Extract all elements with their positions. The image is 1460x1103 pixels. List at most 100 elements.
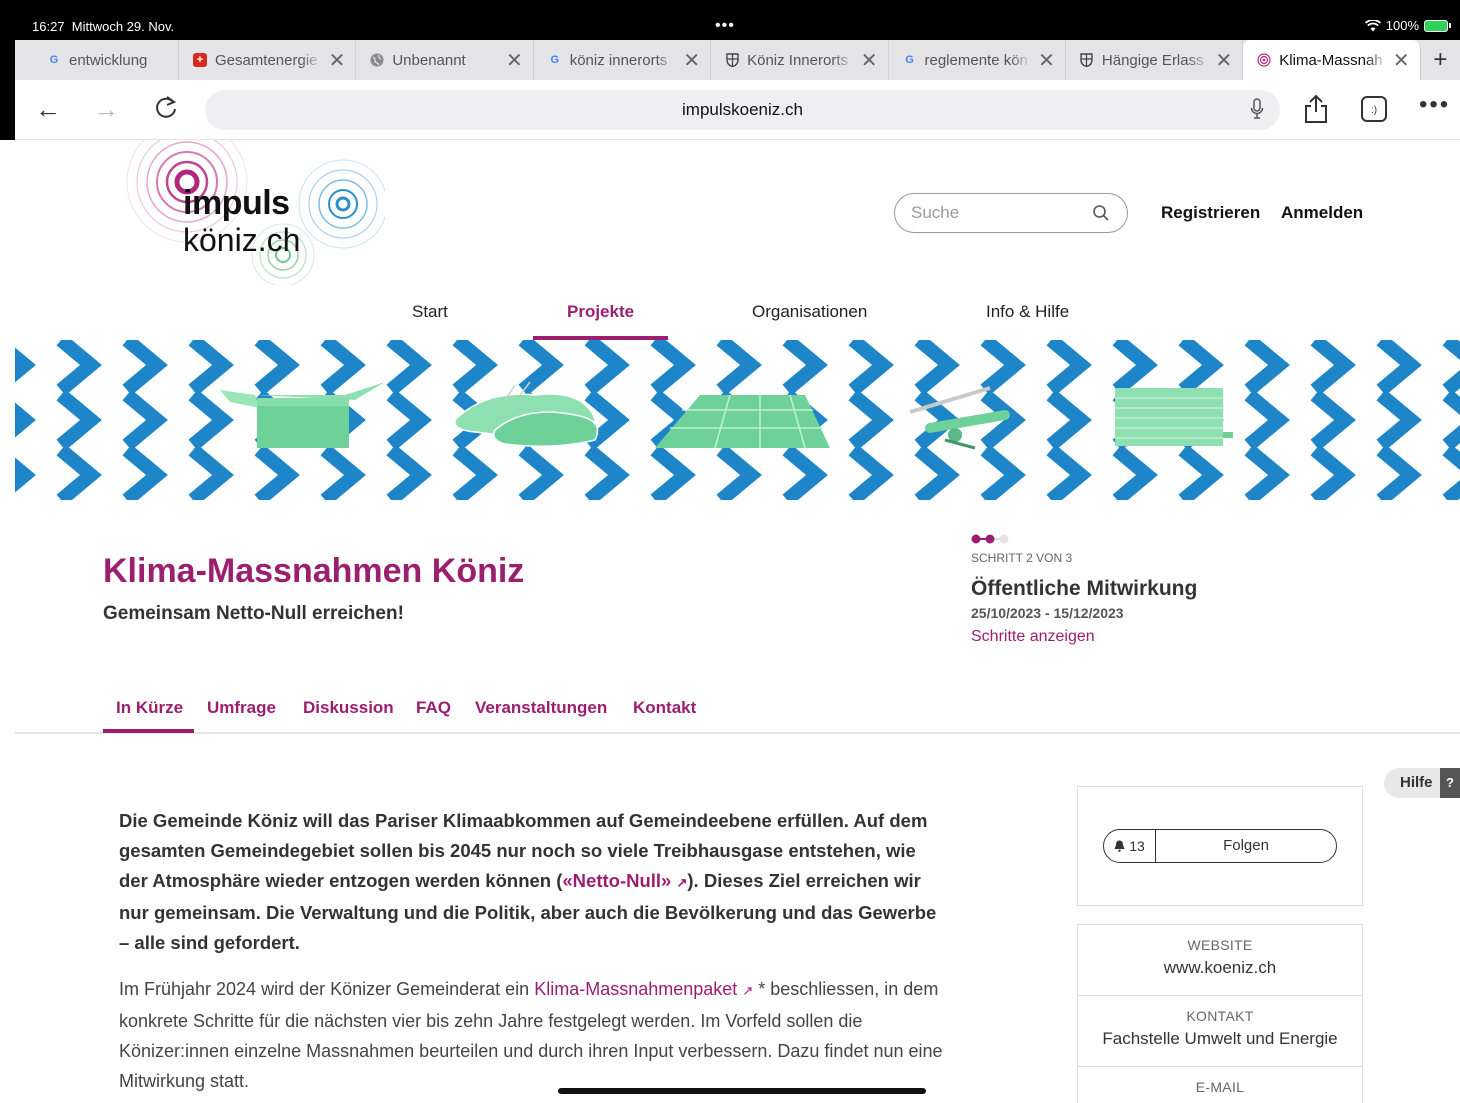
project-tabs: In Kürze Umfrage Diskussion FAQ Veransta… — [15, 690, 1460, 734]
tab-veranstaltungen[interactable]: Veranstaltungen — [475, 698, 607, 718]
banner-chevron — [1376, 444, 1422, 500]
tab-title: Hängige Erlass — [1101, 51, 1204, 69]
logo-text-impuls: impuls — [183, 184, 290, 222]
external-link-icon: ↗ — [676, 875, 688, 890]
share-icon[interactable] — [1303, 94, 1329, 130]
project-title: Klima-Massnahmen Köniz — [103, 552, 525, 590]
close-tab-icon[interactable]: ✕ — [683, 48, 700, 73]
website-label: WEBSITE — [1187, 937, 1253, 953]
close-tab-icon[interactable]: ✕ — [861, 48, 878, 73]
google-icon: G — [550, 54, 559, 66]
status-indicators: 100% — [1364, 18, 1451, 33]
project-subtitle: Gemeinsam Netto-Null erreichen! — [103, 603, 404, 624]
show-steps-link[interactable]: Schritte anzeigen — [971, 628, 1095, 646]
home-indicator[interactable] — [558, 1088, 926, 1094]
tab-7-active[interactable]: Klima-Massnah ✕ — [1243, 40, 1421, 80]
banner-chevron — [1178, 444, 1224, 500]
step-title: Öffentliche Mitwirkung — [971, 577, 1198, 600]
contact-section: KONTAKT Fachstelle Umwelt und Energie — [1078, 996, 1362, 1067]
back-icon[interactable]: ← — [35, 94, 61, 124]
nav-start[interactable]: Start — [412, 302, 448, 322]
site-search[interactable] — [894, 193, 1128, 233]
banner-chevron — [122, 340, 168, 396]
close-tab-icon[interactable]: ✕ — [506, 48, 523, 73]
website-link[interactable]: www.koeniz.ch — [1078, 958, 1362, 978]
body-paragraph: Im Frühjahr 2024 wird der Könizer Gemein… — [119, 979, 943, 1091]
close-tab-icon[interactable]: ✕ — [1216, 48, 1233, 73]
tab-title: köniz innerorts — [569, 51, 668, 69]
tab-4[interactable]: Köniz Innerorts ✕ — [711, 40, 889, 80]
banner-chevron — [122, 389, 168, 451]
register-link[interactable]: Registrieren — [1161, 203, 1260, 223]
login-link[interactable]: Anmelden — [1281, 203, 1363, 223]
help-button[interactable]: Hilfe? — [1384, 768, 1460, 798]
site-logo[interactable]: impuls köniz.ch — [115, 140, 385, 285]
banner-chevron — [56, 389, 102, 451]
email-section: E-MAIL — [1078, 1067, 1362, 1103]
search-icon[interactable] — [1093, 205, 1109, 221]
impuls-icon — [1257, 53, 1271, 67]
close-tab-icon[interactable]: ✕ — [329, 48, 346, 73]
close-tab-icon[interactable]: ✕ — [1393, 48, 1410, 73]
nav-info-hilfe[interactable]: Info & Hilfe — [986, 302, 1069, 322]
more-menu-icon[interactable]: ••• — [1419, 90, 1450, 120]
banner-chevron — [1112, 444, 1158, 500]
reload-icon[interactable] — [153, 94, 179, 126]
tab-in-kuerze[interactable]: In Kürze — [116, 698, 183, 718]
contact-label: KONTAKT — [1186, 1008, 1254, 1024]
reader-mode-icon[interactable]: :) — [1360, 95, 1388, 129]
nav-projekte[interactable]: Projekte — [567, 302, 634, 322]
banner-chevron — [782, 340, 828, 396]
banner-chevron — [320, 444, 366, 500]
email-label: E-MAIL — [1195, 1079, 1245, 1095]
banner-chevron — [15, 402, 36, 438]
globe-icon — [370, 53, 384, 67]
tab-1[interactable]: + Gesamtenergie ✕ — [179, 40, 357, 80]
status-bar: 16:27 Mittwoch 29. Nov. ••• 100% — [15, 0, 1460, 40]
microphone-icon[interactable] — [1250, 98, 1264, 120]
tab-faq[interactable]: FAQ — [416, 698, 451, 718]
address-bar[interactable]: impulskoeniz.ch — [205, 90, 1280, 130]
multitasking-dots[interactable]: ••• — [715, 17, 735, 35]
banner-chevron — [122, 444, 168, 500]
banner-chevron — [848, 444, 894, 500]
radiator-illustration — [1115, 388, 1233, 446]
netto-null-link[interactable]: «Netto-Null» ↗ — [562, 870, 687, 891]
close-tab-icon[interactable]: ✕ — [1038, 48, 1055, 73]
banner-chevron — [1442, 340, 1460, 396]
tab-kontakt[interactable]: Kontakt — [633, 698, 696, 718]
tab-2[interactable]: Unbenannt ✕ — [356, 40, 534, 80]
banner-chevron — [1178, 340, 1224, 396]
banner-chevron — [518, 340, 564, 396]
new-tab-button[interactable]: + — [1421, 40, 1460, 80]
banner-chevron — [1310, 444, 1356, 500]
forward-icon[interactable]: → — [93, 94, 119, 124]
banner-chevron — [1244, 444, 1290, 500]
follow-label: Folgen — [1223, 837, 1269, 854]
follow-button[interactable]: 13 Folgen — [1103, 829, 1337, 863]
main-navigation: Start Projekte Organisationen Info & Hil… — [15, 296, 1460, 340]
external-link-icon: ↗ — [742, 983, 754, 998]
tab-3[interactable]: G köniz innerorts ✕ — [534, 40, 712, 80]
tab-title: entwicklung — [69, 51, 148, 69]
project-tab-active-indicator — [103, 729, 194, 733]
banner-chevron — [386, 340, 432, 396]
follow-card: 13 Folgen — [1077, 786, 1363, 906]
banner-chevron — [1310, 389, 1356, 451]
battery-icon — [1424, 19, 1451, 32]
tab-0[interactable]: G entwicklung — [33, 40, 179, 80]
tab-umfrage[interactable]: Umfrage — [207, 698, 276, 718]
box-illustration — [220, 382, 385, 448]
tab-6[interactable]: Hängige Erlass ✕ — [1066, 40, 1244, 80]
step-dot — [985, 534, 995, 544]
banner-chevron — [1046, 389, 1092, 451]
nav-organisationen[interactable]: Organisationen — [752, 302, 867, 322]
banner-chevron — [56, 340, 102, 396]
banner-chevron — [848, 340, 894, 396]
step-dates: 25/10/2023 - 15/12/2023 — [971, 605, 1124, 621]
tab-5[interactable]: G reglemente kön ✕ — [889, 40, 1066, 80]
massnahmenpaket-link[interactable]: Klima-Massnahmenpaket ↗ — [534, 979, 753, 999]
search-input[interactable] — [911, 203, 1091, 223]
tab-diskussion[interactable]: Diskussion — [303, 698, 394, 718]
banner-chevron — [56, 444, 102, 500]
